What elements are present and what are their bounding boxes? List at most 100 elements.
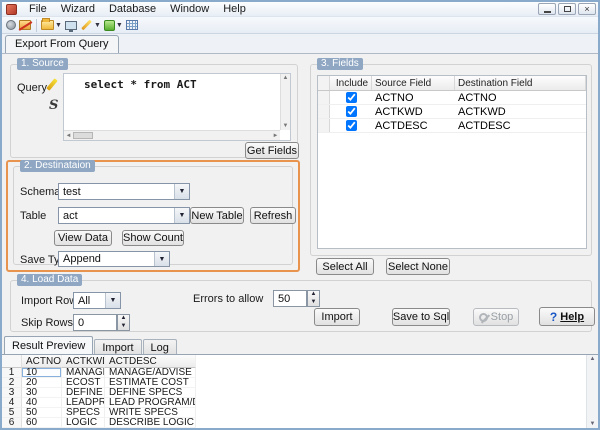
schema-select[interactable]: test ▼ xyxy=(58,183,190,200)
actno-cell[interactable]: 10 xyxy=(22,368,62,378)
actkwd-cell[interactable]: SPECS xyxy=(62,408,105,418)
scroll-down-icon[interactable]: ▼ xyxy=(587,421,598,427)
sql-icon[interactable]: S xyxy=(49,98,58,113)
refresh-button[interactable]: Refresh xyxy=(250,207,296,224)
save-type-select[interactable]: Append ▼ xyxy=(58,251,170,267)
scroll-left-icon[interactable]: ◄ xyxy=(64,133,73,139)
include-checkbox[interactable] xyxy=(345,106,357,117)
actkwd-cell[interactable]: MANAGE xyxy=(62,368,105,378)
actno-cell[interactable]: 60 xyxy=(22,418,62,428)
restore-button[interactable] xyxy=(558,3,576,15)
chevron-down-icon[interactable]: ▼ xyxy=(55,22,62,29)
row-selector[interactable] xyxy=(318,105,330,118)
actdesc-cell[interactable]: LEAD PROGRAM/DESIGN xyxy=(105,398,196,408)
scroll-thumb[interactable] xyxy=(73,132,93,139)
scroll-up-icon[interactable]: ▲ xyxy=(587,356,598,362)
actkwd-cell[interactable]: ECOST xyxy=(62,378,105,388)
app-window: File Wizard Database Window Help × ▼ ▼ ▼ Expor… xyxy=(0,0,600,430)
skip-rows-spinner[interactable]: ▲ ▼ xyxy=(117,314,130,331)
actdesc-cell[interactable]: MANAGE/ADVISE xyxy=(105,368,196,378)
computer-toolbar-button[interactable] xyxy=(64,18,78,33)
row-selector[interactable] xyxy=(318,119,330,132)
skip-rows-input[interactable]: 0 xyxy=(73,314,117,331)
chevron-down-icon[interactable]: ▼ xyxy=(116,22,123,29)
new-table-button[interactable]: New Table xyxy=(190,207,244,224)
empty-cell xyxy=(196,368,598,378)
row-number[interactable]: 3 xyxy=(2,388,22,398)
connect-icon xyxy=(6,20,16,30)
actno-cell[interactable]: 50 xyxy=(22,408,62,418)
connect-toolbar-button[interactable] xyxy=(5,18,17,33)
destination-field-cell: ACTDESC xyxy=(458,119,511,132)
help-button[interactable]: ? Help xyxy=(539,307,595,326)
save-to-sql-button[interactable]: Save to Sql xyxy=(392,308,450,326)
wand-icon xyxy=(81,19,92,31)
actno-cell[interactable]: 30 xyxy=(22,388,62,398)
view-data-button[interactable]: View Data xyxy=(54,230,112,246)
row-selector[interactable] xyxy=(318,91,330,104)
import-button[interactable]: Import xyxy=(314,308,360,326)
field-row: ACTDESC ACTDESC xyxy=(318,119,586,133)
wand-toolbar-button[interactable]: ▼ xyxy=(79,18,102,33)
include-checkbox[interactable] xyxy=(345,120,357,131)
row-number[interactable]: 2 xyxy=(2,378,22,388)
row-number[interactable]: 6 xyxy=(2,418,22,428)
spin-up-icon[interactable]: ▲ xyxy=(308,291,319,299)
tab-result-preview[interactable]: Result Preview xyxy=(4,336,94,354)
menu-help[interactable]: Help xyxy=(216,2,253,17)
actdesc-cell[interactable]: DESCRIBE LOGIC xyxy=(105,418,196,428)
tab-import[interactable]: Import xyxy=(94,339,142,354)
actkwd-cell[interactable]: DEFINE xyxy=(62,388,105,398)
row-number[interactable]: 4 xyxy=(2,398,22,408)
minimize-button[interactable] xyxy=(538,3,556,15)
table-toolbar-button[interactable] xyxy=(125,18,139,33)
actno-cell[interactable]: 40 xyxy=(22,398,62,408)
get-fields-button[interactable]: Get Fields xyxy=(245,142,299,159)
menu-wizard[interactable]: Wizard xyxy=(54,2,102,17)
actkwd-cell[interactable]: LEADPR xyxy=(62,398,105,408)
actno-cell[interactable]: 20 xyxy=(22,378,62,388)
result-row: 110MANAGEMANAGE/ADVISE xyxy=(2,368,598,378)
select-none-button[interactable]: Select None xyxy=(386,258,450,275)
tab-export-from-query[interactable]: Export From Query xyxy=(5,35,119,53)
menu-file[interactable]: File xyxy=(22,2,54,17)
actdesc-cell[interactable]: DEFINE SPECS xyxy=(105,388,196,398)
include-checkbox[interactable] xyxy=(345,92,357,103)
errors-to-allow-input[interactable]: 50 xyxy=(273,290,307,307)
menu-database[interactable]: Database xyxy=(102,2,163,17)
actdesc-cell[interactable]: ESTIMATE COST xyxy=(105,378,196,388)
import-rows-select[interactable]: All ▼ xyxy=(73,292,121,309)
select-all-button[interactable]: Select All xyxy=(316,258,374,275)
stop-icon xyxy=(478,312,488,322)
table-select[interactable]: act ▼ xyxy=(58,207,190,224)
window-controls: × xyxy=(536,3,596,15)
query-vscrollbar[interactable]: ▲ ▼ xyxy=(280,74,290,130)
tab-log[interactable]: Log xyxy=(142,339,177,354)
help-label: Help xyxy=(560,310,585,323)
query-editor[interactable]: select * from ACT ▲ ▼ ◄ ► xyxy=(63,73,291,141)
preview-tabs: Result Preview Import Log xyxy=(4,336,178,354)
close-button[interactable]: × xyxy=(578,3,596,15)
edit-query-icon[interactable] xyxy=(46,78,58,91)
scroll-down-icon[interactable]: ▼ xyxy=(281,123,290,129)
chevron-down-icon: ▼ xyxy=(174,184,189,199)
menu-window[interactable]: Window xyxy=(163,2,216,17)
grid-vscrollbar[interactable]: ▲ ▼ xyxy=(586,355,598,428)
actkwd-cell[interactable]: LOGIC xyxy=(62,418,105,428)
save-type-value: Append xyxy=(63,253,101,265)
chevron-down-icon[interactable]: ▼ xyxy=(94,22,101,29)
run-toolbar-button[interactable]: ▼ xyxy=(103,18,124,33)
row-number[interactable]: 5 xyxy=(2,408,22,418)
disconnect-toolbar-button[interactable] xyxy=(18,18,32,33)
spin-down-icon[interactable]: ▼ xyxy=(118,323,129,331)
scroll-up-icon[interactable]: ▲ xyxy=(281,75,290,81)
actdesc-cell[interactable]: WRITE SPECS xyxy=(105,408,196,418)
query-hscrollbar[interactable]: ◄ ► xyxy=(64,130,280,140)
scroll-right-icon[interactable]: ► xyxy=(271,133,280,139)
show-count-button[interactable]: Show Count xyxy=(122,230,184,246)
errors-spinner[interactable]: ▲ ▼ xyxy=(307,290,320,307)
open-file-toolbar-button[interactable]: ▼ xyxy=(40,18,63,33)
row-number[interactable]: 1 xyxy=(2,368,22,378)
spin-down-icon[interactable]: ▼ xyxy=(308,299,319,307)
spin-up-icon[interactable]: ▲ xyxy=(118,315,129,323)
